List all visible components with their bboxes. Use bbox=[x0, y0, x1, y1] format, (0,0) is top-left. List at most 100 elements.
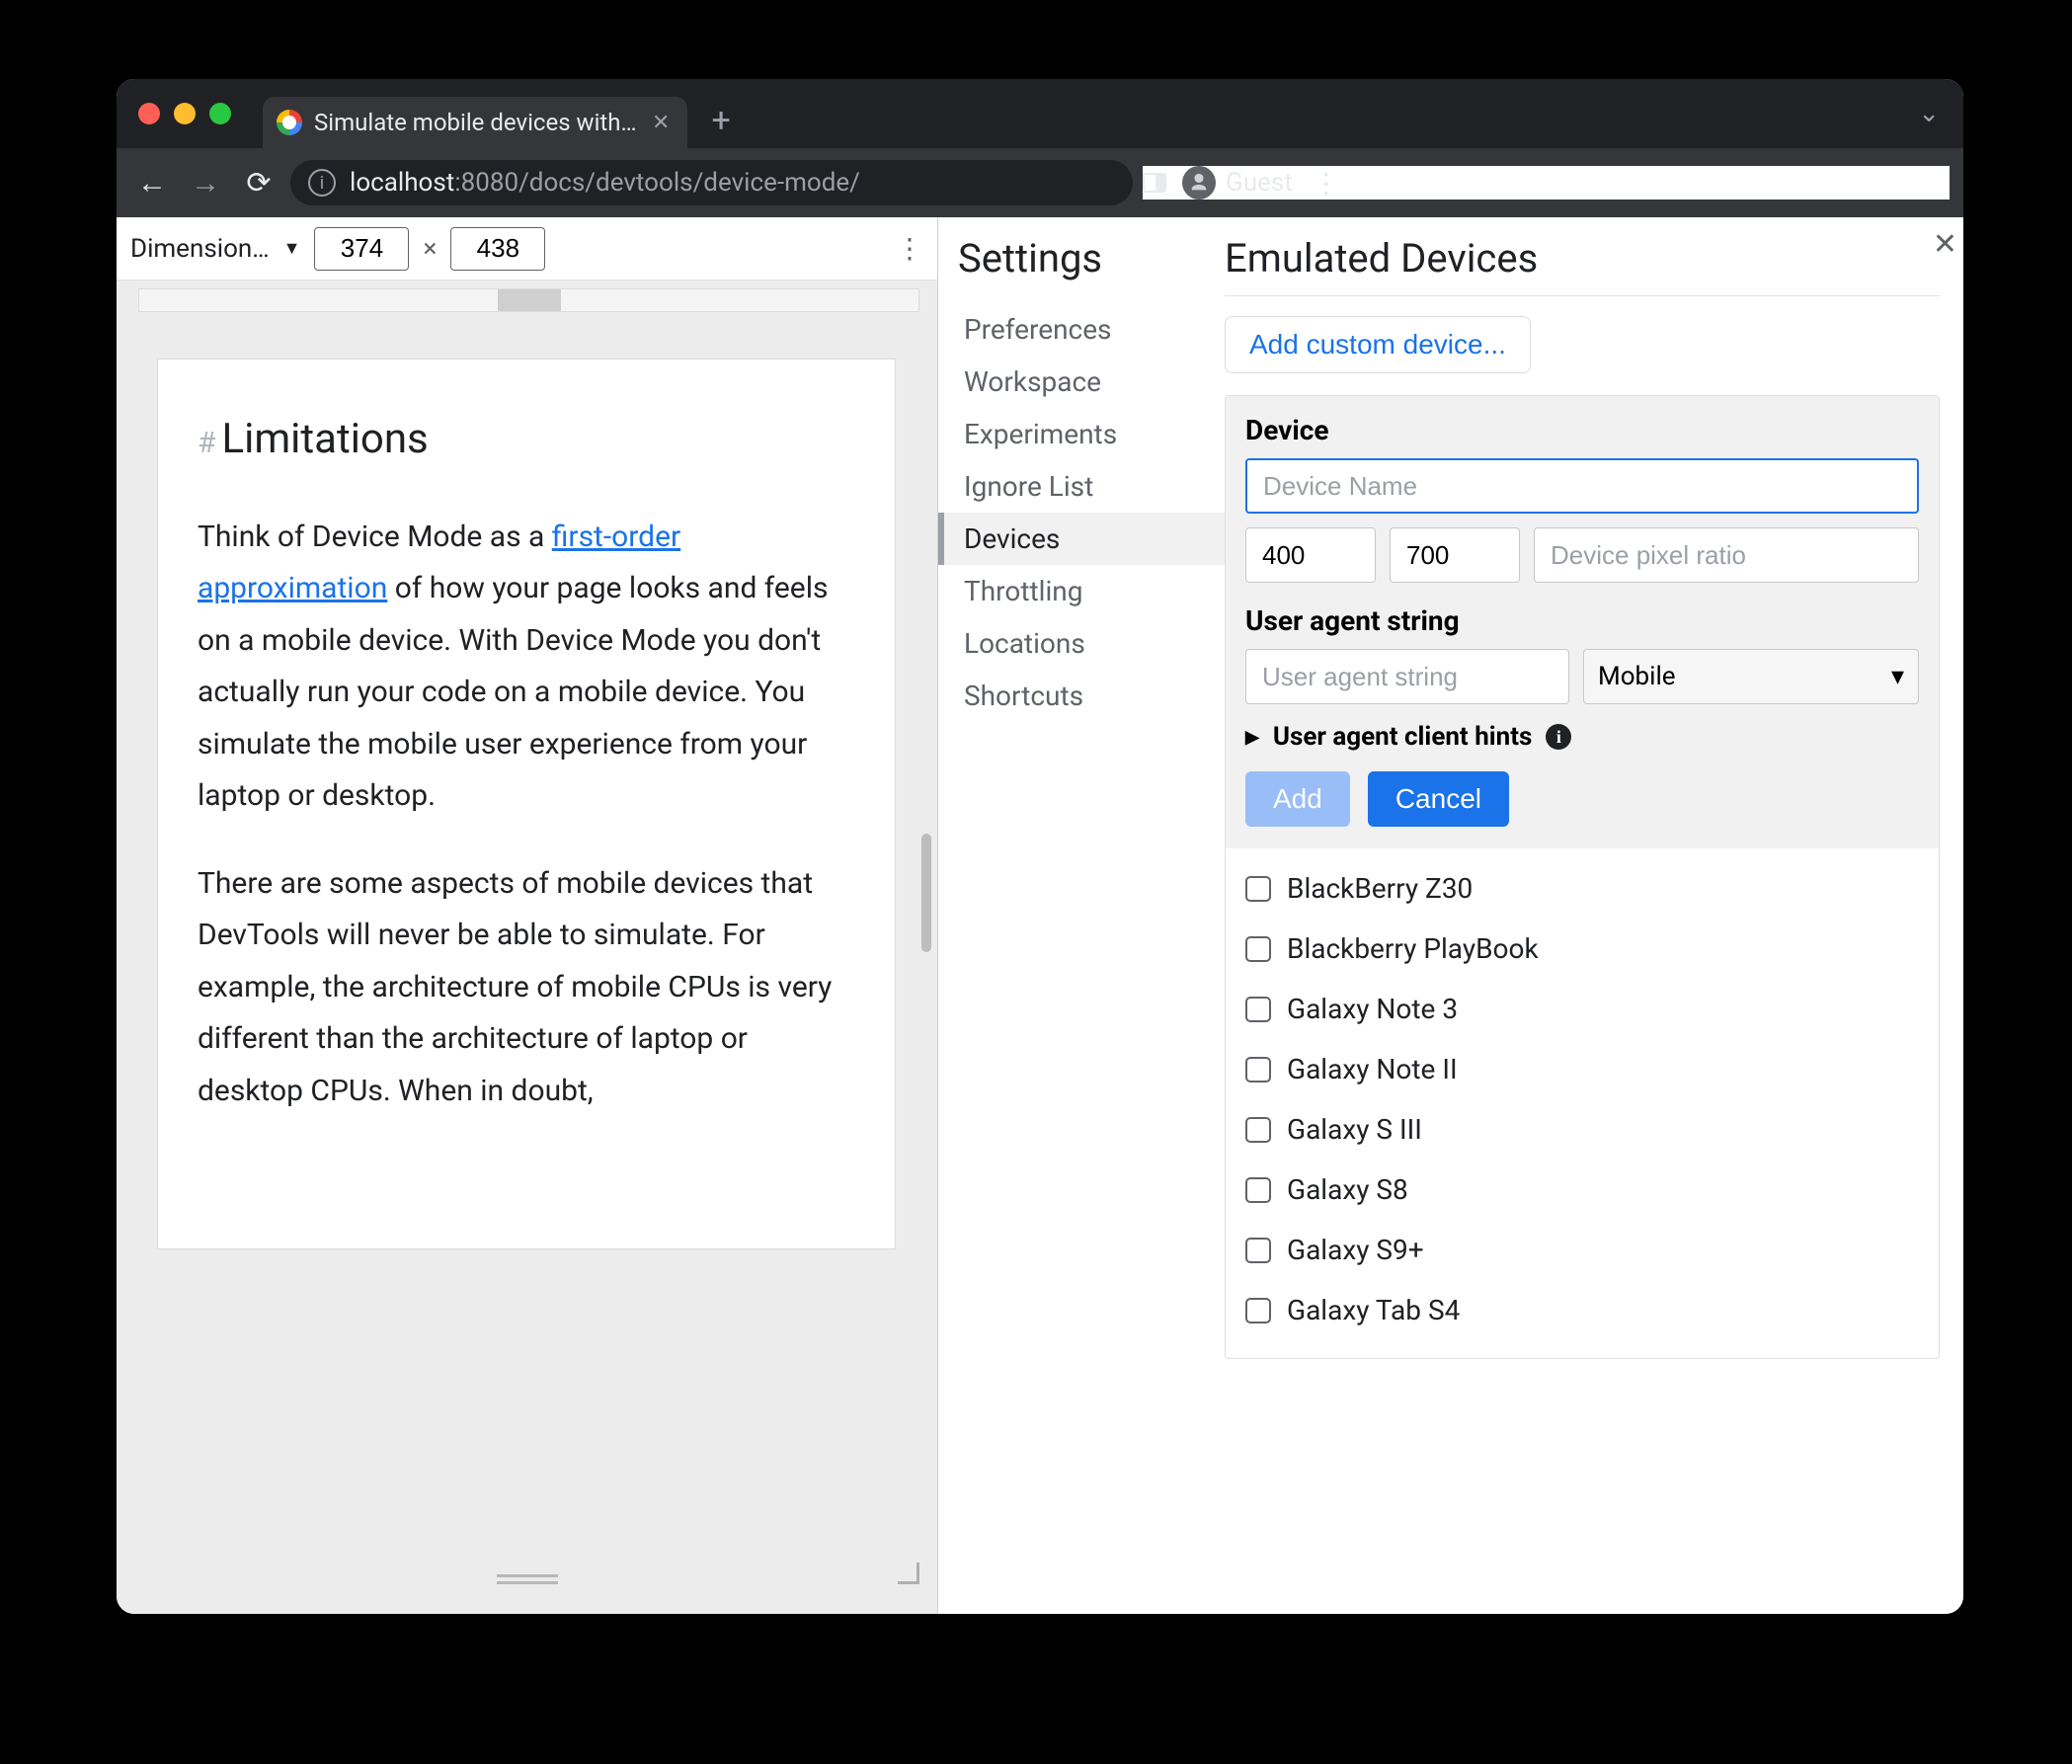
device-list-item-label: Galaxy S8 bbox=[1287, 1173, 1408, 1206]
settings-nav: Settings PreferencesWorkspaceExperiments… bbox=[938, 217, 1225, 1614]
ua-client-hints-disclosure[interactable]: ▶ User agent client hints i bbox=[1245, 722, 1919, 752]
device-list-item[interactable]: Galaxy Tab S4 bbox=[1245, 1280, 1919, 1340]
site-info-icon[interactable]: i bbox=[308, 169, 336, 197]
settings-nav-item-throttling[interactable]: Throttling bbox=[938, 565, 1225, 617]
anchor-hash-icon[interactable]: # bbox=[198, 426, 215, 460]
user-agent-input[interactable] bbox=[1245, 649, 1569, 704]
ruler bbox=[138, 288, 919, 312]
checkbox[interactable] bbox=[1245, 1057, 1271, 1082]
device-list-item[interactable]: Galaxy S9+ bbox=[1245, 1220, 1919, 1280]
tabstrip-chevron-icon[interactable]: ⌄ bbox=[1918, 99, 1946, 128]
device-list-item[interactable]: BlackBerry Z30 bbox=[1245, 858, 1919, 919]
checkbox[interactable] bbox=[1245, 936, 1271, 962]
article-heading: #Limitations bbox=[198, 403, 855, 476]
device-mode-toolbar: Dimension… ▼ × ⋮ bbox=[117, 217, 937, 281]
article-paragraph: Think of Device Mode as a first-order ap… bbox=[198, 512, 855, 823]
avatar-icon bbox=[1182, 166, 1216, 200]
dimensions-dropdown[interactable]: ▼ bbox=[283, 238, 301, 259]
dimensions-separator: × bbox=[423, 234, 437, 264]
scrollbar-thumb[interactable] bbox=[921, 834, 931, 952]
checkbox[interactable] bbox=[1245, 997, 1271, 1022]
page-content: #Limitations Think of Device Mode as a f… bbox=[158, 360, 895, 1196]
device-list-item[interactable]: Galaxy S8 bbox=[1245, 1160, 1919, 1220]
tab-title: Simulate mobile devices with D bbox=[314, 109, 640, 136]
viewport-width-input[interactable] bbox=[314, 227, 409, 271]
checkbox[interactable] bbox=[1245, 1298, 1271, 1323]
device-pixel-ratio-input[interactable] bbox=[1534, 527, 1919, 583]
device-height-input[interactable] bbox=[1390, 527, 1520, 583]
omnibox[interactable]: i localhost:8080/docs/devtools/device-mo… bbox=[290, 160, 1133, 205]
browser-menu-icon[interactable]: ⋮ bbox=[1309, 167, 1344, 200]
profile-button[interactable]: Guest bbox=[1182, 166, 1293, 200]
window-controls bbox=[138, 103, 231, 124]
resize-handle-bottom[interactable] bbox=[497, 1574, 558, 1584]
emulated-viewport[interactable]: #Limitations Think of Device Mode as a f… bbox=[158, 360, 895, 1248]
device-list-item[interactable]: Galaxy Note II bbox=[1245, 1039, 1919, 1099]
checkbox[interactable] bbox=[1245, 1117, 1271, 1143]
add-custom-device-button[interactable]: Add custom device... bbox=[1225, 316, 1531, 373]
settings-nav-item-shortcuts[interactable]: Shortcuts bbox=[938, 670, 1225, 722]
device-list-item-label: BlackBerry Z30 bbox=[1287, 872, 1473, 905]
device-list-item-label: Galaxy S9+ bbox=[1287, 1234, 1424, 1266]
checkbox[interactable] bbox=[1245, 1238, 1271, 1263]
settings-nav-item-devices[interactable]: Devices bbox=[938, 513, 1225, 565]
settings-nav-item-experiments[interactable]: Experiments bbox=[938, 408, 1225, 460]
settings-nav-item-ignore-list[interactable]: Ignore List bbox=[938, 460, 1225, 513]
device-list-item-label: Galaxy S III bbox=[1287, 1113, 1422, 1146]
chevron-down-icon: ▾ bbox=[1891, 662, 1904, 691]
device-name-input[interactable] bbox=[1245, 458, 1919, 514]
device-editor-panel: Device User agent string bbox=[1225, 395, 1940, 1359]
device-list-item-label: Galaxy Note 3 bbox=[1287, 993, 1458, 1025]
device-mode-canvas: #Limitations Think of Device Mode as a f… bbox=[117, 281, 937, 1614]
side-panel-icon[interactable] bbox=[1143, 173, 1166, 193]
profile-label: Guest bbox=[1226, 168, 1293, 198]
disclosure-triangle-icon: ▶ bbox=[1245, 727, 1259, 748]
viewport-height-input[interactable] bbox=[450, 227, 545, 271]
new-tab-button[interactable]: + bbox=[701, 101, 740, 140]
url-text: localhost:8080/docs/devtools/device-mode… bbox=[350, 168, 860, 198]
device-list: BlackBerry Z30 Blackberry PlayBook Galaxy … bbox=[1226, 848, 1939, 1358]
window-minimize-icon[interactable] bbox=[174, 103, 196, 124]
settings-title: Settings bbox=[958, 235, 1225, 281]
user-agent-type-value: Mobile bbox=[1598, 662, 1676, 691]
checkbox[interactable] bbox=[1245, 1177, 1271, 1203]
titlebar: Simulate mobile devices with D ✕ + ⌄ bbox=[117, 79, 1963, 148]
article-paragraph: There are some aspects of mobile devices… bbox=[198, 858, 855, 1118]
resize-handle-corner[interactable] bbox=[898, 1563, 919, 1584]
device-list-item[interactable]: Galaxy Note 3 bbox=[1245, 979, 1919, 1039]
toolbar: ← → ⟳ i localhost:8080/docs/devtools/dev… bbox=[117, 148, 1963, 217]
checkbox[interactable] bbox=[1245, 876, 1271, 902]
page-title: Emulated Devices bbox=[1225, 235, 1940, 281]
device-list-item[interactable]: Galaxy S III bbox=[1245, 1099, 1919, 1160]
ua-client-hints-label: User agent client hints bbox=[1273, 722, 1533, 752]
info-icon[interactable]: i bbox=[1546, 724, 1571, 750]
dimensions-dropdown-label: Dimension… bbox=[130, 234, 270, 264]
chrome-favicon-icon bbox=[277, 110, 302, 135]
devtools-settings-pane: Settings PreferencesWorkspaceExperiments… bbox=[938, 217, 1963, 1614]
device-list-item-label: Galaxy Note II bbox=[1287, 1053, 1458, 1085]
nav-reload-icon[interactable]: ⟳ bbox=[237, 166, 280, 200]
tab-close-icon[interactable]: ✕ bbox=[652, 111, 670, 135]
window-zoom-icon[interactable] bbox=[209, 103, 231, 124]
device-mode-pane: Dimension… ▼ × ⋮ #Limitations Think of bbox=[117, 217, 938, 1614]
nav-forward-icon: → bbox=[184, 166, 227, 200]
browser-tab[interactable]: Simulate mobile devices with D ✕ bbox=[263, 97, 687, 148]
settings-nav-item-preferences[interactable]: Preferences bbox=[938, 303, 1225, 356]
browser-window: Simulate mobile devices with D ✕ + ⌄ ← →… bbox=[117, 79, 1963, 1614]
divider bbox=[1225, 295, 1940, 296]
window-close-icon[interactable] bbox=[138, 103, 160, 124]
user-agent-section-label: User agent string bbox=[1245, 604, 1919, 637]
nav-back-icon[interactable]: ← bbox=[130, 166, 174, 200]
device-list-item-label: Galaxy Tab S4 bbox=[1287, 1294, 1460, 1326]
device-width-input[interactable] bbox=[1245, 527, 1376, 583]
device-section-label: Device bbox=[1245, 414, 1919, 446]
device-mode-more-icon[interactable]: ⋮ bbox=[896, 232, 923, 265]
add-button[interactable]: Add bbox=[1245, 771, 1350, 827]
device-list-item[interactable]: Blackberry PlayBook bbox=[1245, 919, 1919, 979]
settings-close-icon[interactable]: ✕ bbox=[1933, 227, 1957, 262]
settings-nav-item-workspace[interactable]: Workspace bbox=[938, 356, 1225, 408]
user-agent-type-select[interactable]: Mobile ▾ bbox=[1583, 649, 1919, 704]
device-list-item-label: Blackberry PlayBook bbox=[1287, 932, 1539, 965]
settings-nav-item-locations[interactable]: Locations bbox=[938, 617, 1225, 670]
cancel-button[interactable]: Cancel bbox=[1368, 771, 1509, 827]
